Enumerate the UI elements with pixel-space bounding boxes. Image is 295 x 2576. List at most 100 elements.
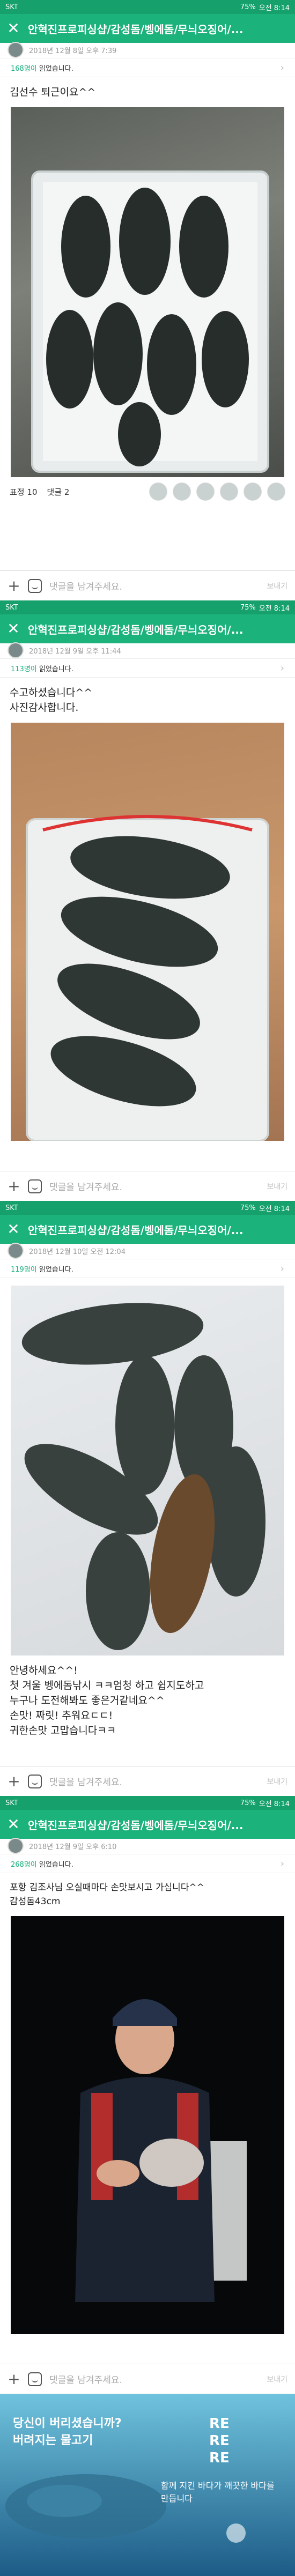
emoticon-icon[interactable] (28, 578, 42, 593)
post-text-line: 김선수 퇴근이요^^ (10, 86, 96, 98)
reaction-count[interactable]: 표정 10 (10, 486, 37, 498)
post-stats: 표정 10 댓글 2 (0, 477, 295, 506)
emoticon-icon[interactable] (28, 2372, 42, 2386)
ad-subheadline: 버려지는 물고기 (13, 2434, 93, 2447)
avatar (173, 482, 191, 501)
post-text-line: 첫 겨울 벵에돔낚시 ㅋㅋ엄청 하고 쉽지도하고 (10, 1680, 204, 1691)
comment-bar: + 댓글을 남겨주세요. 보내기 (0, 1171, 295, 1201)
plus-icon[interactable]: + (8, 577, 20, 595)
chevron-right-icon: › (280, 1263, 284, 1274)
page-title: 안혁진프로피싱샵/감성돔/벵에돔/무늬오징어/... (28, 623, 244, 636)
status-bar: SKT 75% 오전 8:14 (0, 600, 295, 614)
screenshot-3: SKT 75% 오전 8:14 ✕ 안혁진프로피싱샵/감성돔/벵에돔/무늬오징어/… (0, 1201, 295, 1796)
ad-headline: 당신이 버리셨습니까? (13, 2417, 122, 2430)
post-text-line: 손맛! 짜릿! 추워요ㄷㄷ! (10, 1710, 113, 1721)
send-button[interactable]: 보내기 (267, 1181, 287, 1192)
post-text-line: 수고하셨습니다^^ (10, 687, 93, 699)
avatar[interactable] (8, 42, 24, 58)
screenshot-4: SKT 75% 오전 8:14 ✕ 안혁진프로피싱샵/감성돔/벵에돔/무늬오징어/… (0, 1796, 295, 2394)
read-count-row[interactable]: 119명이 읽었습니다. › (0, 1259, 295, 1278)
avatar[interactable] (8, 1243, 24, 1259)
screenshot-1: SKT 75% 오전 8:14 ✕ 안혁진프로피싱샵/감성돔/벵에돔/무늬오징어/… (0, 0, 295, 600)
carrier: SKT (5, 603, 18, 612)
comment-bar: + 댓글을 남겨주세요. 보내기 (0, 1766, 295, 1796)
fish-illustration (21, 1303, 266, 1650)
emoticon-icon[interactable] (28, 1774, 42, 1788)
avatar (267, 482, 285, 501)
clock: 오전 8:14 (259, 1800, 290, 1808)
carrier: SKT (5, 1799, 18, 1807)
ad-tag: RE (209, 2416, 230, 2432)
clock: 오전 8:14 (259, 1205, 290, 1213)
emoticon-icon[interactable] (28, 1179, 42, 1193)
page-title: 안혁진프로피싱샵/감성돔/벵에돔/무늬오징어/... (28, 1818, 244, 1832)
chevron-right-icon: › (280, 62, 284, 73)
read-count: 168명이 읽었습니다. (11, 64, 73, 73)
post-text-line: 귀한손맛 고맙습니다ㅋㅋ (10, 1725, 116, 1736)
fish-tray-illustration (31, 170, 269, 473)
read-count: 113명이 읽었습니다. (11, 665, 73, 673)
chevron-right-icon: › (280, 662, 284, 674)
close-icon[interactable]: ✕ (5, 21, 21, 36)
ad-tag: RE (209, 2433, 230, 2449)
close-icon[interactable]: ✕ (5, 621, 21, 636)
send-button[interactable]: 보내기 (267, 581, 287, 591)
read-count-row[interactable]: 268명이 읽었습니다. › (0, 1854, 295, 1873)
page-title: 안혁진프로피싱샵/감성돔/벵에돔/무늬오징어/... (28, 23, 244, 36)
avatar[interactable] (8, 642, 24, 658)
close-icon[interactable]: ✕ (5, 1817, 21, 1832)
read-count: 268명이 읽었습니다. (11, 1860, 73, 1869)
battery: 75% (240, 1204, 256, 1212)
read-count-row[interactable]: 113명이 읽었습니다. › (0, 658, 295, 678)
avatar (196, 482, 215, 501)
post-body: 김선수 퇴근이요^^ (0, 77, 295, 107)
post-photo[interactable] (11, 1286, 284, 1656)
plus-icon[interactable]: + (8, 2370, 20, 2388)
send-button[interactable]: 보내기 (267, 2374, 287, 2385)
post-meta: 2018년 12월 9일 오후 11:44 (0, 642, 295, 658)
carrier: SKT (5, 3, 18, 11)
comment-count[interactable]: 댓글 2 (47, 486, 69, 498)
carrier: SKT (5, 1204, 18, 1212)
post-photo[interactable] (11, 107, 284, 477)
campaign-banner[interactable]: 당신이 버리셨습니까? 버려지는 물고기 RE RE RE 함께 지킨 바다가 … (0, 2394, 295, 2576)
plus-icon[interactable]: + (8, 1177, 20, 1195)
avatar[interactable] (8, 1838, 24, 1854)
send-button[interactable]: 보내기 (267, 1776, 287, 1787)
close-icon[interactable]: ✕ (5, 1222, 21, 1237)
chevron-right-icon: › (280, 1858, 284, 1869)
status-bar: SKT 75% 오전 8:14 (0, 1796, 295, 1810)
post-date: 2018년 12월 10일 오전 12:04 (29, 1248, 126, 1256)
post-body: 수고하셨습니다^^ 사진감사합니다. (0, 678, 295, 723)
fish-tray-illustration (26, 815, 269, 1141)
comment-input[interactable]: 댓글을 남겨주세요. (49, 579, 259, 592)
avatar (244, 482, 262, 501)
comment-input[interactable]: 댓글을 남겨주세요. (49, 2372, 259, 2386)
post-text-line: 사진감사합니다. (10, 702, 79, 714)
post-date: 2018년 12월 9일 오후 6:10 (29, 1843, 117, 1851)
app-header: ✕ 안혁진프로피싱샵/감성돔/벵에돔/무늬오징어/... (0, 1810, 295, 1839)
app-header: ✕ 안혁진프로피싱샵/감성돔/벵에돔/무늬오징어/... (0, 614, 295, 643)
angler-illustration (75, 1999, 247, 2302)
post-meta: 2018년 12월 10일 오전 12:04 (0, 1243, 295, 1259)
comment-input[interactable]: 댓글을 남겨주세요. (49, 1775, 259, 1788)
post-photo[interactable] (11, 1916, 284, 2334)
post-body: 포항 김조사님 오실때마다 손맛보시고 가십니다^^ 감성돔43cm (0, 1873, 295, 1916)
post-meta: 2018년 12월 9일 오후 6:10 (0, 1838, 295, 1854)
status-bar: SKT 75% 오전 8:14 (0, 1201, 295, 1215)
post-date: 2018년 12월 9일 오후 11:44 (29, 647, 121, 656)
avatar (220, 482, 238, 501)
avatar (149, 482, 167, 501)
battery: 75% (240, 3, 256, 11)
plus-icon[interactable]: + (8, 1772, 20, 1790)
status-bar: SKT 75% 오전 8:14 (0, 0, 295, 14)
post-text-line: 안녕하세요^^! (10, 1665, 78, 1676)
comment-input[interactable]: 댓글을 남겨주세요. (49, 1179, 259, 1193)
read-count-row[interactable]: 168명이 읽었습니다. › (0, 58, 295, 77)
battery: 75% (240, 603, 256, 612)
post-text-line: 감성돔43cm (10, 1896, 61, 1907)
ad-tag: RE (209, 2450, 230, 2466)
post-photo[interactable] (11, 723, 284, 1141)
reactor-avatars (149, 482, 285, 501)
post-text-line: 포항 김조사님 오실때마다 손맛보시고 가십니다^^ (10, 1882, 204, 1893)
